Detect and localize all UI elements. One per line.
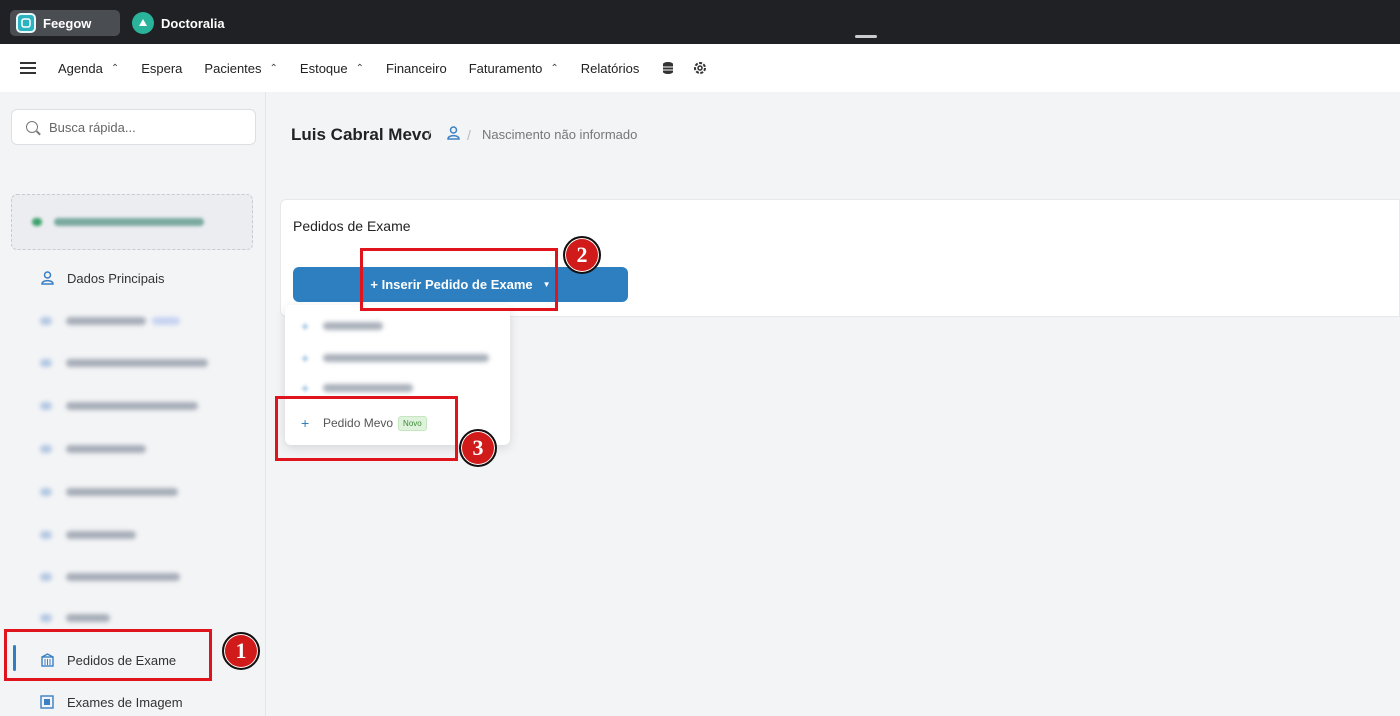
app-tab-bar: Feegow Doctoralia [0,0,1400,44]
doctoralia-logo-icon [132,12,154,34]
main-navbar: Agenda ⌃ Espera Pacientes ⌃ Estoque ⌃ Finan… [0,44,1400,92]
search-placeholder: Busca rápida... [49,119,136,135]
birth-info: Nascimento não informado [482,127,638,142]
ai-icon [32,218,42,226]
nav-agenda-label: Agenda [58,60,103,76]
sidebar-item-exames-de-imagem[interactable]: Exames de Imagem [40,692,183,712]
annotation-badge-1: 1 [222,632,260,670]
nav-estoque-label: Estoque [299,60,348,76]
doctoralia-tab[interactable]: Doctoralia [130,10,225,36]
sidebar-item-dados-principais[interactable]: Dados Principais [40,268,165,288]
sidebar-item-blurred[interactable] [40,482,178,502]
user-icon [40,271,54,285]
database-icon[interactable] [661,61,675,75]
sidebar-item-blurred[interactable] [40,567,180,587]
chevron-updown-icon: ⌃ [110,62,120,74]
annotation-box-2 [360,248,558,311]
annotation-box-3 [275,396,458,461]
dropdown-item-blurred[interactable]: + [301,318,383,334]
nav-espera-label: Espera [141,60,183,76]
nav-relatorios-label: Relatórios [580,60,640,76]
nav-financeiro[interactable]: Financeiro [386,61,447,76]
plus-icon: + [301,318,310,334]
patient-name: Luis Cabral Mevo [291,125,432,144]
annotation-badge-3: 3 [459,429,497,467]
nav-relatorios[interactable]: Relatórios [581,61,640,76]
doctoralia-tab-label: Doctoralia [161,15,225,31]
nav-pacientes[interactable]: Pacientes ⌃ [204,61,277,76]
sidebar-item-label: Exames de Imagem [67,694,183,710]
sidebar-item-blurred[interactable] [40,396,198,416]
menu-icon[interactable] [20,62,36,74]
user-icon[interactable] [447,126,460,145]
sidebar-item-blurred[interactable] [40,353,208,373]
nav-faturamento[interactable]: Faturamento ⌃ [469,61,559,76]
chevron-updown-icon: ⌃ [355,62,364,74]
nav-estoque[interactable]: Estoque ⌃ [300,61,364,76]
feegow-tab[interactable]: Feegow [10,10,120,36]
sidebar-item-blurred[interactable] [40,525,136,545]
minimize-handle[interactable] [855,35,877,38]
plus-icon: + [301,380,310,396]
annotation-badge-2: 2 [563,236,601,274]
annotation-box-1 [4,629,212,681]
search-input[interactable]: Busca rápida... [11,109,256,145]
sidebar-item-blurred[interactable] [40,439,146,459]
blurred-text [54,218,204,226]
dropdown-item-blurred[interactable]: + [301,350,489,366]
breadcrumb-separator: / [467,127,471,143]
chevron-updown-icon: ⌃ [550,62,559,74]
breadcrumb-separator: / [427,127,431,143]
settings-icon[interactable] [693,61,707,75]
sidebar-item-blurred[interactable] [40,608,110,628]
dropdown-item-blurred[interactable]: + [301,380,413,396]
image-scan-icon [40,695,54,709]
nav-agenda[interactable]: Agenda ⌃ [58,61,119,76]
feegow-tab-label: Feegow [43,15,92,31]
search-icon [26,121,38,133]
nav-financeiro-label: Financeiro [386,60,447,76]
plus-icon: + [301,350,310,366]
card-title: Pedidos de Exame [293,218,411,234]
sidebar-item-blurred[interactable] [40,311,180,331]
nav-pacientes-label: Pacientes [204,60,262,76]
nav-faturamento-label: Faturamento [468,60,543,76]
nav-espera[interactable]: Espera [141,61,182,76]
sidebar-item-label: Dados Principais [67,270,165,286]
feegow-logo-icon [16,13,36,33]
chevron-updown-icon: ⌃ [269,62,278,74]
ai-assistant-box[interactable] [11,194,253,250]
